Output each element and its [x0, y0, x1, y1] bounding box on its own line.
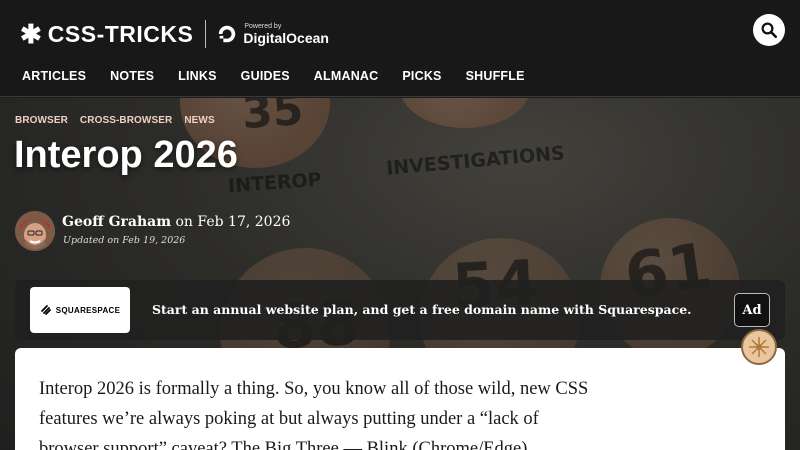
author-link[interactable]: Geoff Graham — [62, 214, 171, 230]
updated-date: Updated on Feb 19, 2026 — [63, 235, 186, 246]
category-news[interactable]: NEWS — [184, 115, 214, 126]
ad-banner[interactable]: SQUARESPACE Start an annual website plan… — [15, 280, 785, 340]
main-nav: ARTICLES NOTES LINKS GUIDES ALMANAC PICK… — [22, 69, 525, 83]
nav-shuffle[interactable]: SHUFFLE — [466, 69, 525, 83]
squarespace-logo[interactable]: SQUARESPACE — [30, 287, 130, 333]
ad-logo-text: SQUARESPACE — [55, 305, 121, 315]
nav-picks[interactable]: PICKS — [402, 69, 441, 83]
sponsor-logo: Powered by DigitalOcean — [243, 23, 329, 45]
author-photo — [15, 211, 55, 251]
nav-guides[interactable]: GUIDES — [241, 69, 290, 83]
category-browser[interactable]: BROWSER — [15, 115, 68, 126]
brand-name: CSS-TRICKS — [47, 21, 194, 47]
sponsor-name: DigitalOcean — [243, 30, 329, 46]
nav-links[interactable]: LINKS — [178, 69, 217, 83]
avatar[interactable] — [15, 211, 55, 251]
squarespace-icon — [40, 305, 51, 315]
cookie-icon[interactable] — [740, 328, 778, 366]
nav-articles[interactable]: ARTICLES — [22, 69, 86, 83]
asterisk-icon: ✱ — [20, 19, 42, 49]
search-icon — [761, 22, 778, 39]
date-prefix: on — [171, 214, 198, 230]
article-paragraph: Interop 2026 is formally a thing. So, yo… — [39, 379, 589, 450]
ad-copy[interactable]: Start an annual website plan, and get a … — [152, 302, 692, 317]
sponsor-powered-label: Powered by — [244, 23, 282, 30]
site-header: ✱ CSS-TRICKS Powered by DigitalOcean ART… — [0, 0, 800, 97]
digitalocean-icon — [219, 25, 236, 43]
brand-divider — [205, 20, 207, 48]
category-cross-browser[interactable]: CROSS-BROWSER — [80, 115, 172, 126]
search-button[interactable] — [753, 14, 785, 46]
byline: Geoff Graham on Feb 17, 2026 — [62, 214, 290, 230]
article-body: Interop 2026 is formally a thing. So, yo… — [15, 348, 785, 450]
post-categories: BROWSER CROSS-BROWSER NEWS — [15, 115, 215, 126]
nav-notes[interactable]: NOTES — [110, 69, 154, 83]
nav-almanac[interactable]: ALMANAC — [314, 69, 379, 83]
publish-date: Feb 17, 2026 — [197, 214, 291, 230]
site-logo[interactable]: ✱ CSS-TRICKS Powered by DigitalOcean — [20, 20, 329, 48]
ad-badge: Ad — [734, 293, 770, 327]
page-title: Interop 2026 — [14, 134, 238, 176]
